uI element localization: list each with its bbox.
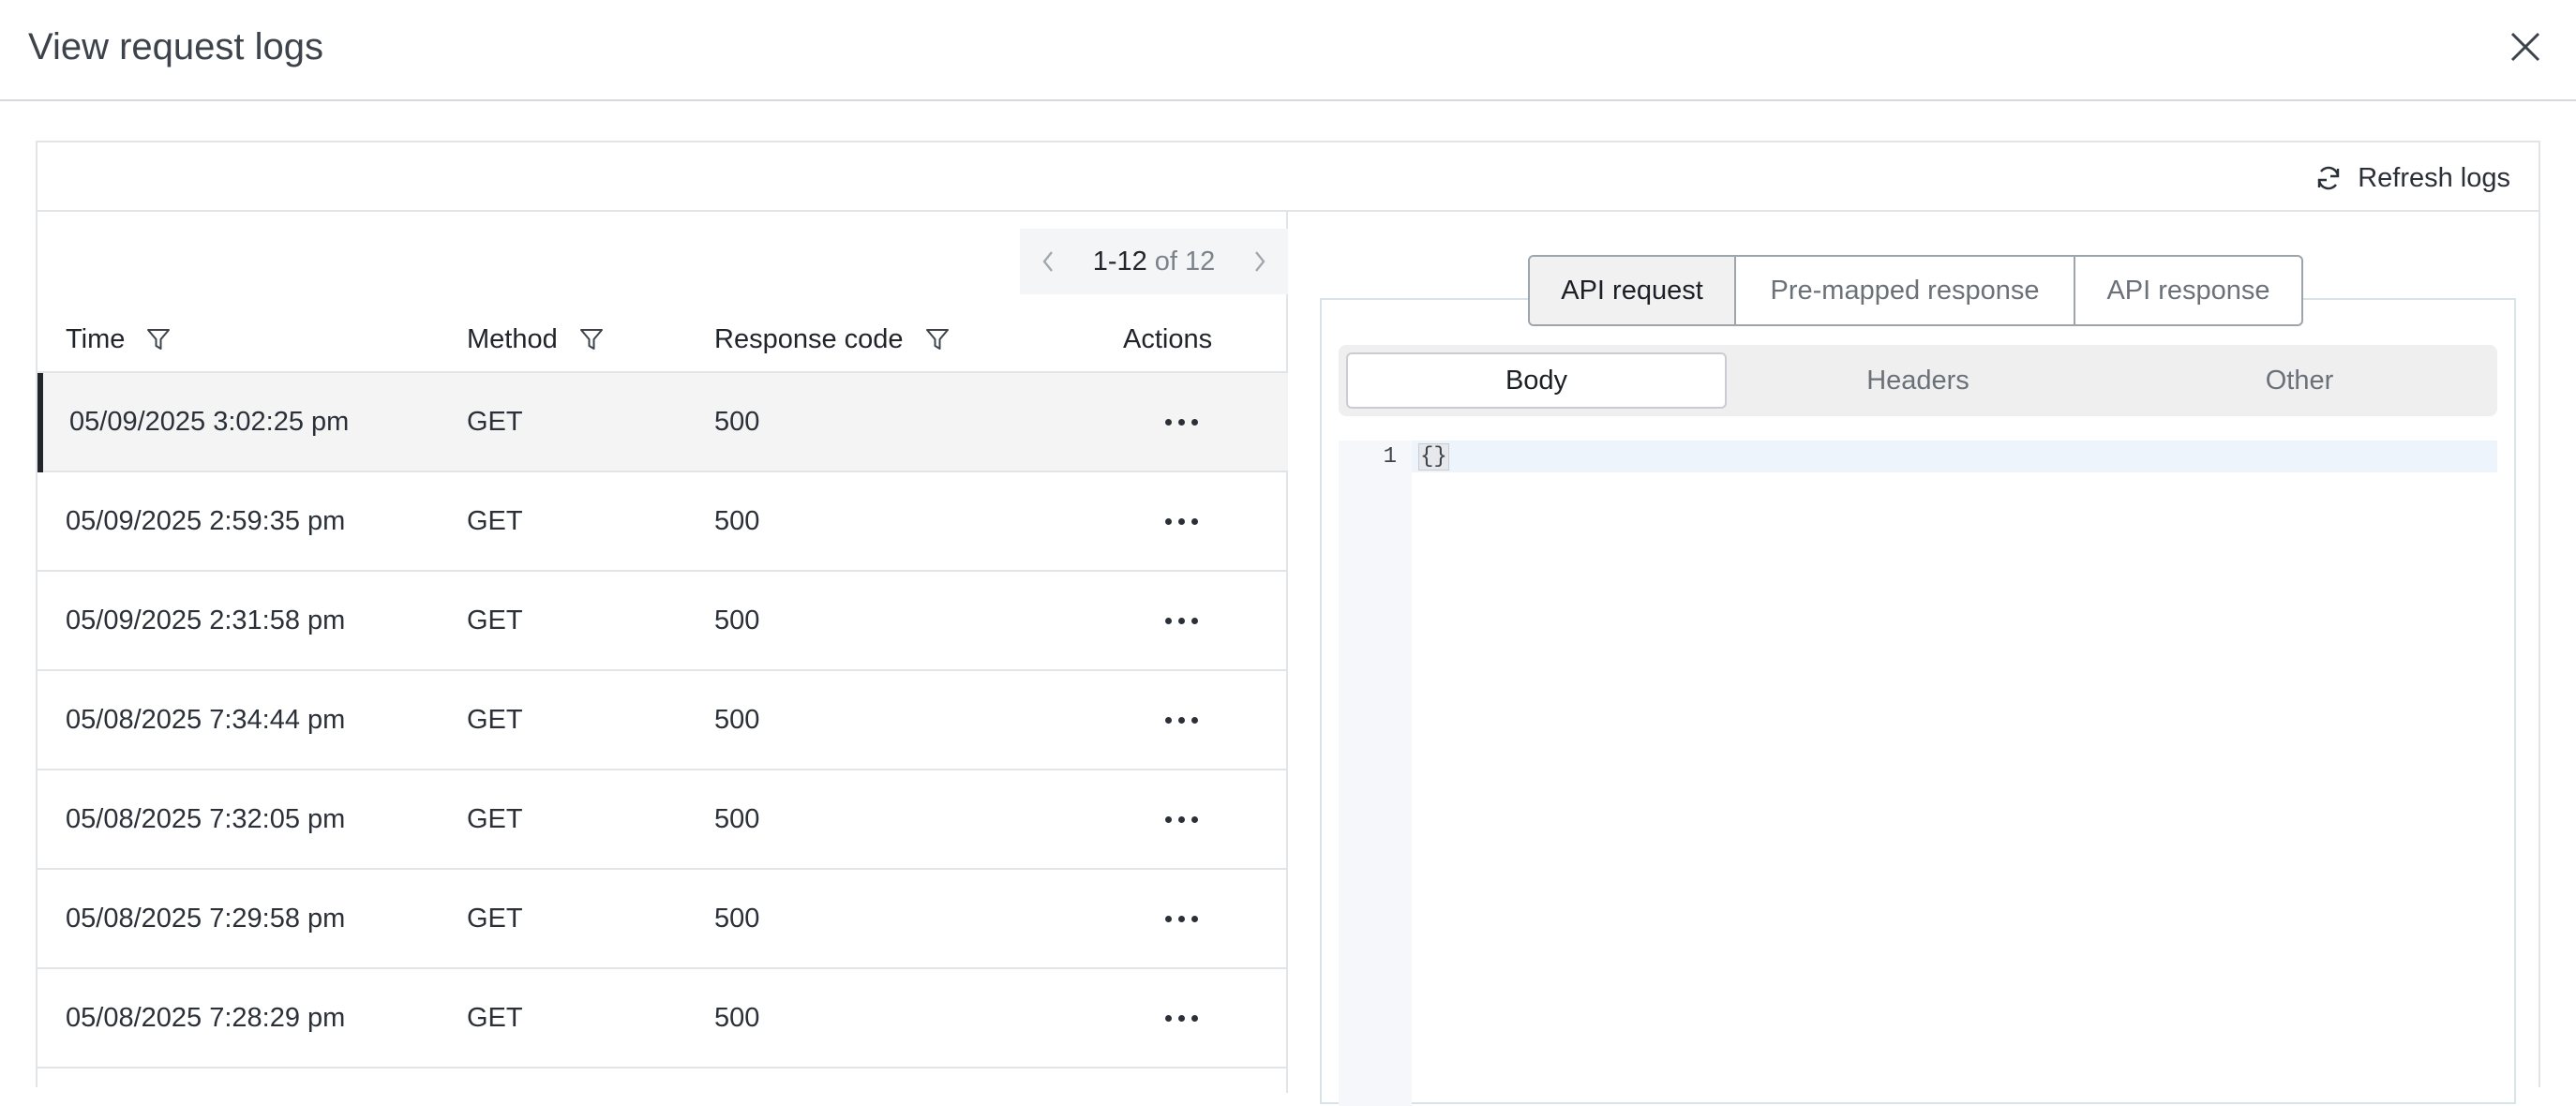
editor-gutter: 1 [1339,441,1412,1106]
chevron-right-icon [1255,251,1266,272]
table-body: 05/09/2025 3:02:25 pm GET 500 05/09/2025… [37,373,1288,1069]
table-row[interactable]: 05/09/2025 2:31:58 pm GET 500 [37,572,1288,671]
more-options-icon [1164,617,1198,624]
active-line-highlight [1412,441,2497,472]
tab-api-request[interactable]: API request [1530,257,1736,324]
table-row[interactable]: 05/08/2025 7:29:58 pm GET 500 [37,870,1288,969]
row-method: GET [467,803,523,834]
column-method-label: Method [467,323,558,354]
modal-title: View request logs [28,26,323,67]
column-time-label: Time [66,323,126,354]
row-method: GET [467,903,523,934]
tab-pre-mapped-response[interactable]: Pre-mapped response [1736,257,2075,324]
table-row[interactable]: 05/09/2025 2:59:35 pm GET 500 [37,472,1288,572]
row-response-code: 500 [714,406,760,437]
row-time: 05/08/2025 7:28:29 pm [66,1002,346,1033]
refresh-logs-button[interactable]: Refresh logs [2314,159,2510,197]
logs-panel: Refresh logs 1-12 of 12 Time Method Resp… [36,141,2540,1106]
log-detail-section: Body Headers Other 1 {} API request Pre-… [1290,212,2539,1106]
next-page-button[interactable] [1232,229,1288,294]
pagination-total: of 12 [1154,246,1216,276]
row-response-code: 500 [714,1002,760,1033]
more-options-icon [1164,716,1198,724]
more-options-icon [1164,915,1198,922]
row-actions-button[interactable] [1153,770,1209,868]
refresh-logs-label: Refresh logs [2358,162,2510,193]
row-time: 05/08/2025 7:29:58 pm [66,903,346,934]
row-actions-button[interactable] [1153,373,1209,471]
row-method: GET [467,505,523,536]
detail-subtabs: Body Headers Other [1339,345,2497,416]
row-time: 05/08/2025 7:34:44 pm [66,704,346,735]
table-row[interactable]: 05/08/2025 7:34:44 pm GET 500 [37,671,1288,770]
row-response-code: 500 [714,704,760,735]
modal-header: View request logs [0,0,2576,101]
row-method: GET [467,704,523,735]
close-button[interactable] [2503,30,2548,69]
row-time: 05/09/2025 2:59:35 pm [66,505,346,536]
column-actions: Actions [1123,306,1212,373]
column-method: Method [467,306,605,373]
row-actions-button[interactable] [1153,870,1209,967]
table-row[interactable]: 05/08/2025 7:28:29 pm GET 500 [37,969,1288,1069]
pagination-text: 1-12 of 12 [1076,247,1232,277]
row-response-code: 500 [714,803,760,834]
row-response-code: 500 [714,903,760,934]
column-time: Time [66,306,172,373]
filter-icon[interactable] [578,325,605,353]
row-time: 05/08/2025 7:32:05 pm [66,803,346,834]
code-editor[interactable]: 1 {} [1339,441,2497,1106]
row-actions-button[interactable] [1153,969,1209,1067]
toolbar: Refresh logs [37,142,2539,212]
previous-page-button[interactable] [1020,229,1076,294]
close-icon [2510,32,2540,62]
column-response-code: Response code [714,306,951,373]
row-time: 05/09/2025 3:02:25 pm [69,406,350,437]
more-options-icon [1164,418,1198,426]
subtab-body[interactable]: Body [1346,352,1727,409]
filter-icon[interactable] [924,325,951,353]
more-options-icon [1164,517,1198,525]
row-actions-button[interactable] [1153,572,1209,669]
pagination: 1-12 of 12 [1020,229,1288,294]
row-method: GET [467,1002,523,1033]
more-options-icon [1164,815,1198,823]
filter-icon[interactable] [145,325,172,353]
refresh-icon [2317,166,2340,190]
subtab-headers[interactable]: Headers [1729,352,2107,409]
row-time: 05/09/2025 2:31:58 pm [66,605,346,635]
detail-box: Body Headers Other 1 {} [1320,298,2516,1106]
column-response-code-label: Response code [714,323,904,354]
line-number: 1 [1383,443,1397,470]
table-header: Time Method Response code Actions [37,306,1288,373]
code-content: {} [1418,442,1449,471]
row-method: GET [467,406,523,437]
row-method: GET [467,605,523,635]
table-row[interactable]: 05/08/2025 7:32:05 pm GET 500 [37,770,1288,870]
row-actions-button[interactable] [1153,472,1209,570]
chevron-left-icon [1042,251,1053,272]
more-options-icon [1164,1014,1198,1022]
logs-table-section: 1-12 of 12 Time Method Response code Act… [37,212,1288,1093]
row-response-code: 500 [714,505,760,536]
code-line: {} [1418,441,1449,472]
tab-api-response[interactable]: API response [2075,257,2301,324]
table-row[interactable]: 05/09/2025 3:02:25 pm GET 500 [37,373,1288,472]
column-actions-label: Actions [1123,323,1213,354]
row-actions-button[interactable] [1153,671,1209,769]
pagination-range: 1-12 [1092,246,1147,276]
detail-tabs: API request Pre-mapped response API resp… [1528,255,2303,326]
subtab-other[interactable]: Other [2109,352,2490,409]
row-response-code: 500 [714,605,760,635]
